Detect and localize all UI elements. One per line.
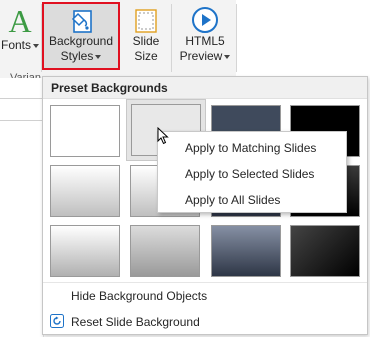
background-style-12[interactable]: [290, 225, 360, 277]
slide-size-label-line1: Slide: [132, 34, 160, 48]
reset-background-icon: [50, 314, 64, 328]
dropdown-separator: [43, 282, 367, 283]
apply-to-selected-slides[interactable]: Apply to Selected Slides: [185, 167, 314, 181]
slide-thumbnail-pane: [0, 78, 44, 337]
background-style-10[interactable]: [130, 225, 200, 277]
apply-context-menu: Apply to Matching Slides Apply to Select…: [157, 131, 347, 213]
slide-size-icon: [135, 9, 157, 33]
pane-divider: [0, 120, 44, 121]
background-style-11[interactable]: [211, 225, 281, 277]
ribbon-separator: [236, 4, 237, 72]
fonts-icon: A: [8, 3, 32, 39]
apply-to-all-slides[interactable]: Apply to All Slides: [185, 193, 280, 207]
html5-preview-button[interactable]: HTML5 Preview: [174, 0, 236, 72]
fonts-button[interactable]: A Fonts: [0, 0, 40, 72]
background-styles-button[interactable]: Background Styles: [42, 2, 120, 70]
paint-bucket-icon: [71, 10, 92, 33]
html5-label-line1: HTML5: [185, 34, 225, 48]
play-icon: [192, 7, 218, 33]
reset-slide-background-item[interactable]: Reset Slide Background: [71, 315, 200, 329]
mouse-cursor-icon: [157, 127, 169, 145]
ribbon-blank-area: [236, 0, 370, 78]
apply-to-matching-slides[interactable]: Apply to Matching Slides: [185, 141, 316, 155]
background-styles-label-line1: Background: [48, 34, 114, 48]
preset-backgrounds-title: Preset Backgrounds: [51, 81, 168, 95]
slide-size-button[interactable]: Slide Size: [124, 0, 168, 72]
hide-background-objects-item[interactable]: Hide Background Objects: [71, 289, 207, 303]
ribbon-separator: [171, 4, 172, 72]
fonts-label: Fonts: [1, 38, 39, 53]
slide-size-label-line2: Size: [134, 49, 158, 63]
background-style-5[interactable]: [50, 165, 120, 217]
pane-divider: [0, 98, 44, 99]
background-style-1[interactable]: [50, 105, 120, 157]
dropdown-header: Preset Backgrounds: [43, 77, 367, 99]
html5-label-line2: Preview: [180, 49, 231, 64]
background-styles-label-line2: Styles: [61, 49, 102, 64]
background-style-9[interactable]: [50, 225, 120, 277]
